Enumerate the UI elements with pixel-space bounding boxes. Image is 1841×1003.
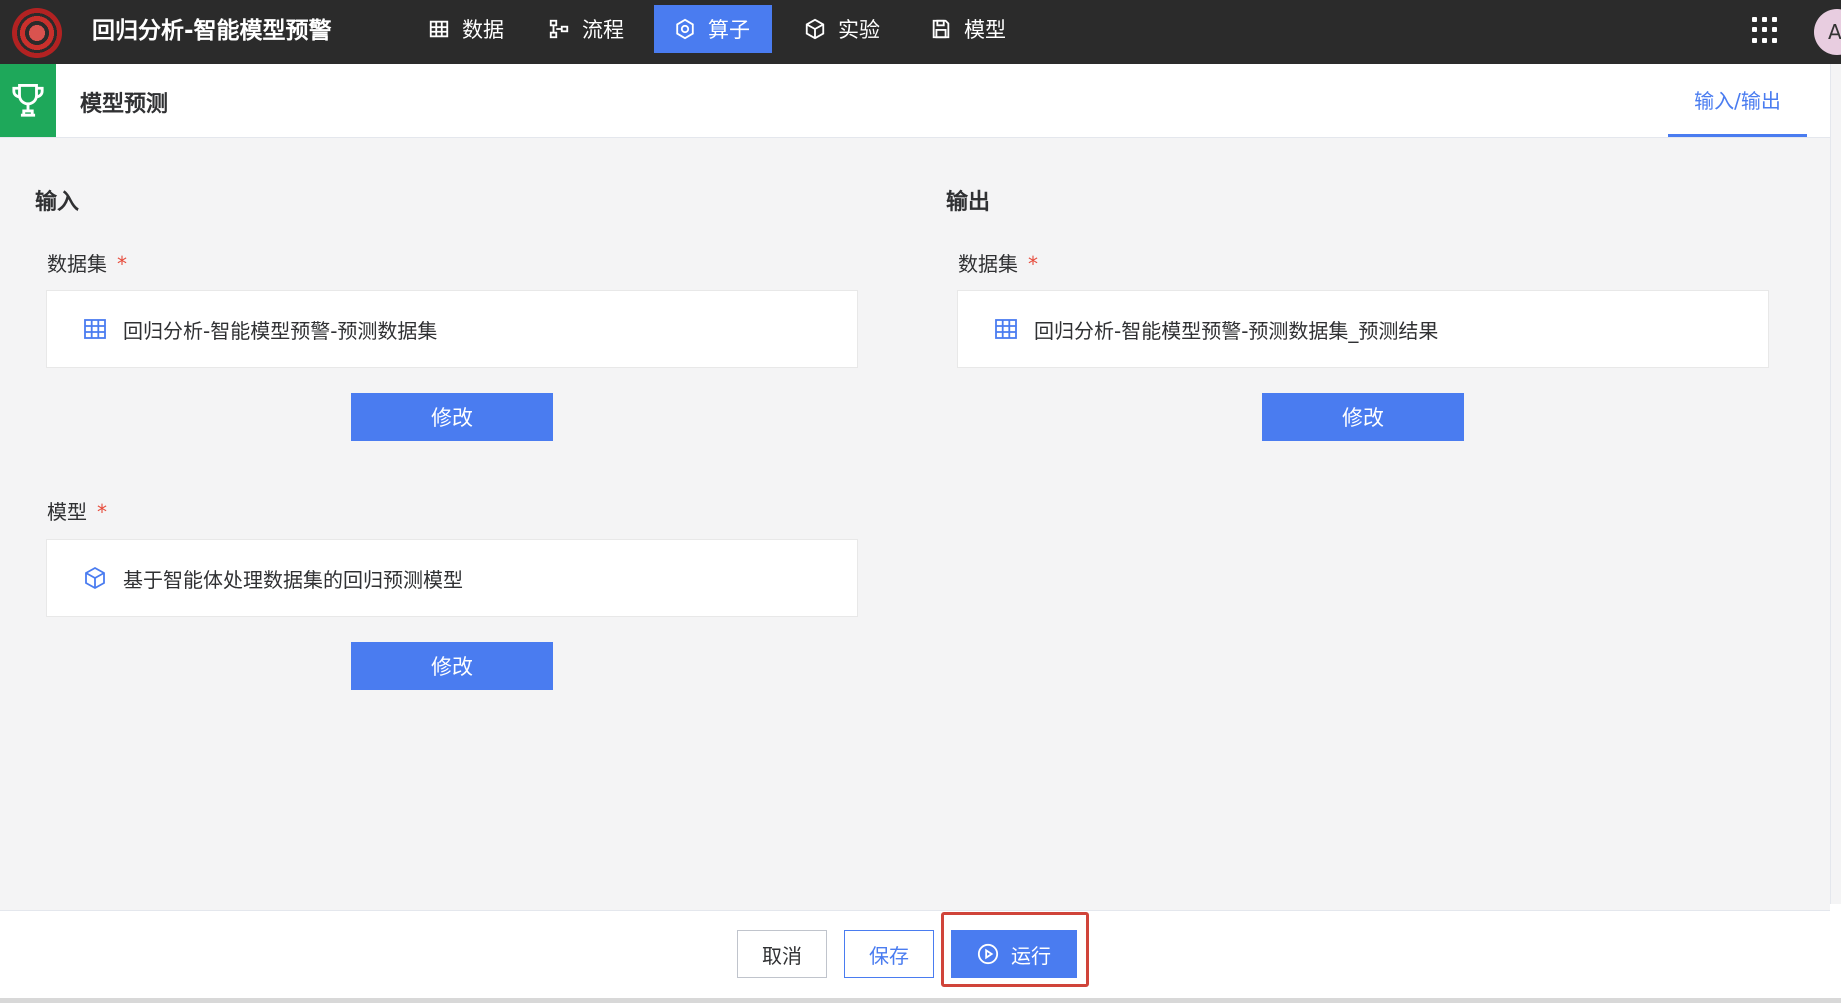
input-section-title: 输入	[35, 190, 80, 215]
input-model-label: 模型 *	[47, 496, 107, 525]
output-dataset-field[interactable]: 回归分析-智能模型预警-预测数据集_预测结果	[957, 290, 1769, 368]
input-model-value: 基于智能体处理数据集的回归预测模型	[123, 567, 463, 592]
required-mark: *	[1028, 252, 1038, 276]
input-model-field[interactable]: 基于智能体处理数据集的回归预测模型	[46, 539, 858, 617]
operator-title: 模型预测	[80, 92, 169, 117]
input-model-label-text: 模型	[47, 500, 87, 524]
cancel-button[interactable]: 取消	[737, 930, 827, 978]
output-section-title: 输出	[946, 190, 991, 215]
flow-icon	[549, 19, 569, 39]
nav-label-flow: 流程	[582, 18, 624, 42]
nav-label-operator: 算子	[708, 18, 750, 42]
save-icon	[932, 19, 950, 39]
trophy-badge	[0, 64, 56, 137]
table-icon	[995, 319, 1017, 339]
modify-output-dataset-button[interactable]: 修改	[1262, 393, 1464, 441]
app-title: 回归分析-智能模型预警	[92, 18, 332, 44]
action-footer: 取消 保存 运行	[0, 910, 1830, 1003]
play-circle-icon	[977, 943, 999, 965]
input-dataset-label: 数据集 *	[47, 248, 127, 277]
required-mark: *	[117, 252, 127, 276]
run-button-label: 运行	[1011, 943, 1051, 968]
operator-icon	[676, 18, 694, 40]
modify-input-dataset-button[interactable]: 修改	[351, 393, 553, 441]
trophy-icon	[12, 83, 44, 117]
operator-header: 模型预测 输入/输出	[0, 64, 1841, 138]
input-dataset-field[interactable]: 回归分析-智能模型预警-预测数据集	[46, 290, 858, 368]
avatar[interactable]: A	[1814, 9, 1841, 55]
input-dataset-value: 回归分析-智能模型预警-预测数据集	[123, 318, 438, 343]
output-dataset-label: 数据集 *	[958, 248, 1038, 277]
run-button[interactable]: 运行	[951, 930, 1077, 978]
nav-item-model[interactable]: 模型	[910, 5, 1026, 53]
modify-model-button[interactable]: 修改	[351, 642, 553, 690]
app-logo[interactable]	[12, 8, 62, 58]
output-dataset-value: 回归分析-智能模型预警-预测数据集_预测结果	[1034, 318, 1439, 343]
apps-grid-icon[interactable]	[1752, 17, 1778, 43]
required-mark: *	[97, 500, 107, 524]
cube-icon	[805, 18, 825, 40]
table-icon	[84, 319, 106, 339]
tab-input-output[interactable]: 输入/输出	[1668, 64, 1807, 137]
output-dataset-label-text: 数据集	[958, 252, 1018, 276]
nav-item-flow[interactable]: 流程	[528, 5, 644, 53]
table-icon	[429, 20, 449, 38]
nav-item-operator[interactable]: 算子	[654, 5, 772, 53]
cube-icon	[85, 566, 105, 590]
main-content: 输入 数据集 * 回归分析-智能模型预警-预测数据集 修改 模型 * 基于智能体处理…	[0, 138, 1830, 910]
save-button[interactable]: 保存	[844, 930, 934, 978]
input-dataset-label-text: 数据集	[47, 252, 107, 276]
top-navbar: 回归分析-智能模型预警 数据 流程 算子 实验 模型 A	[0, 0, 1841, 64]
right-scroll-edge	[1830, 64, 1841, 904]
bottom-edge	[0, 998, 1841, 1003]
nav-item-data[interactable]: 数据	[408, 5, 524, 53]
nav-label-model: 模型	[964, 18, 1006, 42]
nav-item-experiment[interactable]: 实验	[784, 5, 900, 53]
nav-label-experiment: 实验	[838, 18, 880, 42]
nav-label-data: 数据	[462, 18, 504, 42]
